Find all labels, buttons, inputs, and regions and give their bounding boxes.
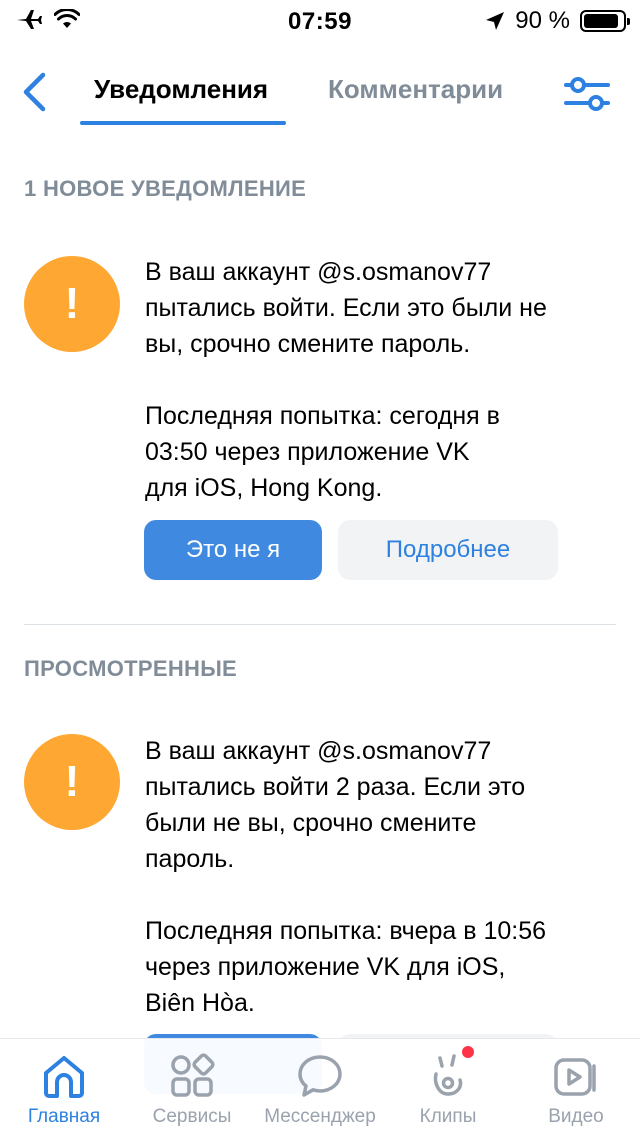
notification-text: В ваш аккаунт @s.osmanov77 пытались войт… [145,733,615,1021]
home-icon [44,1056,84,1098]
tabbar-item-home[interactable]: Главная [0,1050,128,1128]
text-line: вы, срочно смените пароль. [145,330,471,358]
location-arrow-icon [486,12,505,30]
status-right: 90 % [485,7,630,35]
tabbar-item-clips[interactable]: Клипы [384,1046,512,1128]
text-line: были не вы, срочно смените [145,809,477,837]
text-line: пытались войти 2 раза. Если это [145,773,526,801]
notification-icon: ! [24,734,120,830]
text-line: пароль. [145,845,235,873]
section-title-new: 1 НОВОЕ УВЕДОМЛЕНИЕ [24,176,307,201]
tabbar-label: Главная [27,1106,101,1127]
tabbar-label: Мессенджер [264,1106,376,1127]
text-line: Biên Hòa. [145,989,255,1017]
text-line: Последняя попытка: сегодня в [145,402,500,430]
text-line: В ваш аккаунт @s.osmanov77 [145,737,492,765]
section-title-viewed: ПРОСМОТРЕННЫЕ [24,656,238,681]
text-line: В ваш аккаунт @s.osmanov77 [145,258,492,286]
notification-icon: ! [24,256,120,352]
tab-notifications[interactable]: Уведомления [94,74,268,105]
video-icon [554,1058,596,1096]
clips-icon [433,1054,463,1096]
status-bar: 07:59 90 % [0,0,640,40]
exclamation-icon: ! [64,757,80,806]
notification-badge [462,1046,474,1058]
back-button[interactable] [14,72,54,112]
text-line: Последняя попытка: вчера в 10:56 [145,917,547,945]
exclamation-icon: ! [64,279,80,328]
active-tab-indicator [80,121,286,125]
tabbar-item-services[interactable]: Сервисы [128,1050,256,1128]
tabbar-label: Сервисы [152,1106,232,1127]
not-me-button[interactable]: Это не я [144,520,322,580]
services-icon [171,1053,215,1097]
battery-percent: 90 % [515,7,570,34]
tabbar-item-video[interactable]: Видео [512,1050,640,1128]
battery-fill [584,14,619,28]
divider [24,624,616,625]
tab-comments[interactable]: Комментарии [328,74,503,105]
notification-text: В ваш аккаунт @s.osmanov77 пытались войт… [145,254,615,506]
tabbar-item-messenger[interactable]: Мессенджер [256,1050,384,1128]
filter-button[interactable] [563,74,611,114]
text-line: пытались войти. Если это были не [145,294,547,322]
battery-icon [580,10,630,32]
messenger-icon [298,1055,342,1097]
chevron-left-icon [23,72,46,112]
text-line: для iOS, Hong Kong. [145,474,383,502]
text-line: 03:50 через приложение VK [145,438,470,466]
tabbar-label: Клипы [419,1106,477,1127]
text-line: через приложение VK для iOS, [145,953,506,981]
settings-sliders-icon [564,77,610,111]
details-button[interactable]: Подробнее [338,520,558,580]
tabbar-label: Видео [548,1106,604,1127]
